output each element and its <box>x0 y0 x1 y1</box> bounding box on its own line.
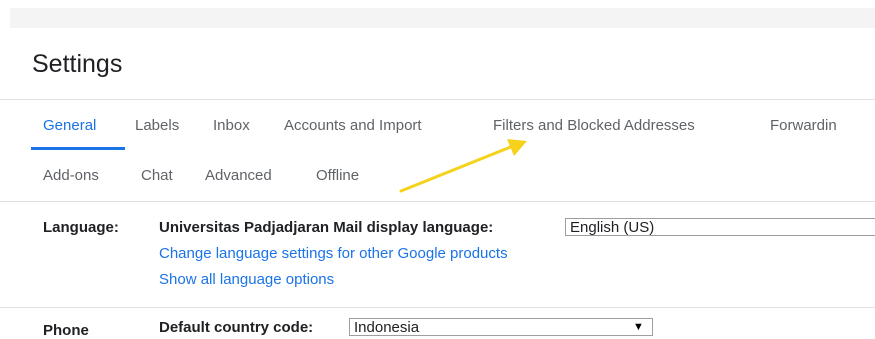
tabs-divider <box>0 201 875 202</box>
tab-general[interactable]: General <box>43 117 96 134</box>
tab-forwarding[interactable]: Forwardin <box>770 117 837 134</box>
tab-advanced[interactable]: Advanced <box>205 167 272 184</box>
tab-add-ons[interactable]: Add-ons <box>43 167 99 184</box>
tab-offline[interactable]: Offline <box>316 167 359 184</box>
active-tab-indicator <box>31 147 125 150</box>
display-language-label: Universitas Padjadjaran Mail display lan… <box>159 219 494 236</box>
top-bar <box>10 8 875 28</box>
page-title: Settings <box>32 50 123 78</box>
phone-row-label: Phone <box>43 322 89 339</box>
language-row-label: Language: <box>43 219 119 236</box>
change-language-settings-link[interactable]: Change language settings for other Googl… <box>159 245 508 262</box>
tab-filters-and-blocked-addresses[interactable]: Filters and Blocked Addresses <box>493 117 695 134</box>
yellow-pointer-arrow-icon <box>399 139 527 193</box>
default-country-code-label: Default country code: <box>159 319 314 336</box>
country-code-select[interactable]: Indonesia <box>349 318 653 336</box>
display-language-value: English (US) <box>570 219 655 236</box>
show-all-language-options-link[interactable]: Show all language options <box>159 271 334 288</box>
country-code-value: Indonesia <box>354 319 420 336</box>
language-divider <box>0 307 875 308</box>
tab-labels[interactable]: Labels <box>135 117 179 134</box>
dropdown-triangle-icon: ▼ <box>633 321 644 333</box>
display-language-select[interactable]: English (US) <box>565 218 875 236</box>
tab-accounts-and-import[interactable]: Accounts and Import <box>284 117 422 134</box>
title-divider <box>0 99 875 100</box>
tab-inbox[interactable]: Inbox <box>213 117 250 134</box>
tab-chat[interactable]: Chat <box>141 167 173 184</box>
